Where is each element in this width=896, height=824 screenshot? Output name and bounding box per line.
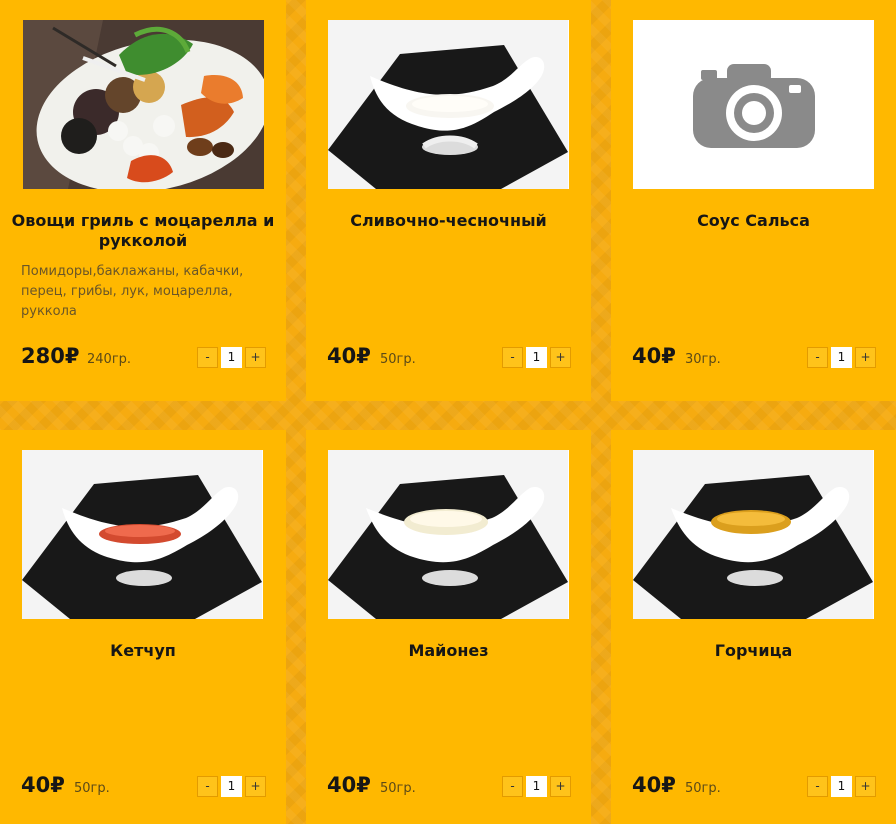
quantity-value[interactable]: 1 [831,776,852,797]
product-price: 280₽ [21,344,80,368]
increase-quantity-button[interactable]: + [855,347,876,368]
product-price: 40₽ [632,344,676,368]
quantity-stepper: - 1 + [197,347,266,368]
decrease-quantity-button[interactable]: - [807,347,828,368]
price-row: 40₽ 50гр. - 1 + [327,344,571,372]
increase-quantity-button[interactable]: + [245,347,266,368]
increase-quantity-button[interactable]: + [245,776,266,797]
product-name: Майонез [408,641,489,660]
quantity-stepper: - 1 + [807,347,876,368]
decrease-quantity-button[interactable]: - [197,776,218,797]
price-row: 40₽ 50гр. - 1 + [632,773,876,801]
product-weight: 50гр. [380,352,416,367]
increase-quantity-button[interactable]: + [550,776,571,797]
quantity-value[interactable]: 1 [526,347,547,368]
increase-quantity-button[interactable]: + [855,776,876,797]
product-name: Горчица [714,641,793,660]
product-weight: 50гр. [74,781,110,796]
product-name: Соус Сальса [697,211,810,230]
product-name: Сливочно-чесночный [350,211,547,230]
product-image-ketchup [22,450,263,619]
product-image-mayonnaise [328,450,569,619]
product-name: Кетчуп [110,641,176,660]
quantity-value[interactable]: 1 [831,347,852,368]
quantity-value[interactable]: 1 [221,776,242,797]
product-image-placeholder [633,20,874,189]
product-image-mustard [633,450,874,619]
quantity-value[interactable]: 1 [221,347,242,368]
quantity-stepper: - 1 + [807,776,876,797]
price-row: 280₽ 240гр. - 1 + [21,344,266,372]
product-card: Майонез 40₽ 50гр. - 1 + [306,430,591,824]
camera-placeholder [633,20,874,189]
product-image-garlic-sauce [328,20,569,189]
product-image-grilled-vegetables [23,20,264,189]
product-price: 40₽ [327,773,371,797]
price-row: 40₽ 30гр. - 1 + [632,344,876,372]
product-price: 40₽ [327,344,371,368]
product-weight: 50гр. [685,781,721,796]
quantity-stepper: - 1 + [502,776,571,797]
decrease-quantity-button[interactable]: - [197,347,218,368]
product-card: Горчица 40₽ 50гр. - 1 + [611,430,896,824]
decrease-quantity-button[interactable]: - [502,776,523,797]
product-weight: 240гр. [87,352,132,367]
decrease-quantity-button[interactable]: - [502,347,523,368]
product-card: Овощи гриль с моцарелла и рукколой Помид… [0,0,286,401]
product-name: Овощи гриль с моцарелла и рукколой [11,211,275,250]
decrease-quantity-button[interactable]: - [807,776,828,797]
increase-quantity-button[interactable]: + [550,347,571,368]
product-weight: 30гр. [685,352,721,367]
camera-icon [692,63,815,148]
product-grid: Овощи гриль с моцарелла и рукколой Помид… [0,0,896,824]
product-price: 40₽ [21,773,65,797]
product-price: 40₽ [632,773,676,797]
quantity-stepper: - 1 + [502,347,571,368]
product-description: Помидоры,баклажаны, кабачки, перец, гриб… [21,264,244,319]
product-weight: 50гр. [380,781,416,796]
product-card: Кетчуп 40₽ 50гр. - 1 + [0,430,286,824]
product-card: Сливочно-чесночный 40₽ 50гр. - 1 + [306,0,591,401]
product-card: Соус Сальса 40₽ 30гр. - 1 + [611,0,896,401]
price-row: 40₽ 50гр. - 1 + [327,773,571,801]
quantity-value[interactable]: 1 [526,776,547,797]
quantity-stepper: - 1 + [197,776,266,797]
price-row: 40₽ 50гр. - 1 + [21,773,266,801]
